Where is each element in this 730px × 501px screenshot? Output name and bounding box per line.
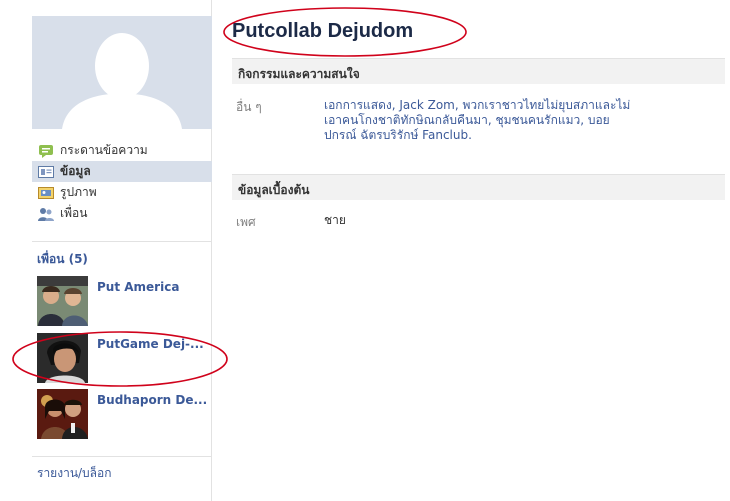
info-icon — [38, 165, 54, 179]
nav-item-friends[interactable]: เพื่อน — [32, 203, 212, 224]
field-label-other: อื่น ๆ — [236, 100, 262, 114]
nav-item-wall[interactable]: กระดานข้อความ — [32, 140, 212, 161]
profile-picture[interactable] — [32, 16, 212, 129]
nav-label: เพื่อน — [60, 206, 88, 220]
section-header-basic-info: ข้อมูลเบื้องต้น — [232, 174, 725, 200]
field-label-sex: เพศ — [236, 215, 256, 229]
friend-photo[interactable] — [37, 389, 88, 439]
friend-item[interactable]: PutGame Dej-... — [37, 333, 212, 385]
nav-label: ข้อมูล — [60, 164, 91, 178]
divider — [32, 241, 212, 242]
report-block-link[interactable]: รายงาน/บล็อก — [37, 464, 112, 483]
friend-photo[interactable] — [37, 333, 88, 383]
field-value-interests[interactable]: เอกการแสดง, Jack Zom, พวกเราชาวไทยไม่ยุบ… — [324, 98, 644, 143]
friend-item[interactable]: Budhaporn De... — [37, 389, 212, 441]
friends-box-title[interactable]: เพื่อน (5) — [37, 250, 88, 269]
page-title: Putcollab Dejudom — [232, 20, 414, 42]
photos-icon — [38, 186, 54, 200]
friend-name[interactable]: Put America — [97, 280, 179, 294]
profile-nav: กระดานข้อความ ข้อมูล รูปภาพ เพื่อน — [32, 140, 212, 224]
field-value-sex: ชาย — [324, 213, 346, 227]
friend-name[interactable]: Budhaporn De... — [97, 393, 207, 407]
friend-name[interactable]: PutGame Dej-... — [97, 337, 204, 351]
friends-icon — [38, 207, 54, 221]
wall-icon — [38, 144, 54, 158]
nav-label: กระดานข้อความ — [60, 143, 148, 157]
nav-label: รูปภาพ — [60, 185, 97, 199]
nav-item-photos[interactable]: รูปภาพ — [32, 182, 212, 203]
left-column: กระดานข้อความ ข้อมูล รูปภาพ เพื่อน เพื่อ… — [0, 0, 212, 501]
nav-item-info[interactable]: ข้อมูล — [32, 161, 212, 182]
divider — [32, 456, 212, 457]
friend-item[interactable]: Put America — [37, 276, 212, 328]
section-header-activities: กิจกรรมและความสนใจ — [232, 58, 725, 84]
friend-photo[interactable] — [37, 276, 88, 326]
